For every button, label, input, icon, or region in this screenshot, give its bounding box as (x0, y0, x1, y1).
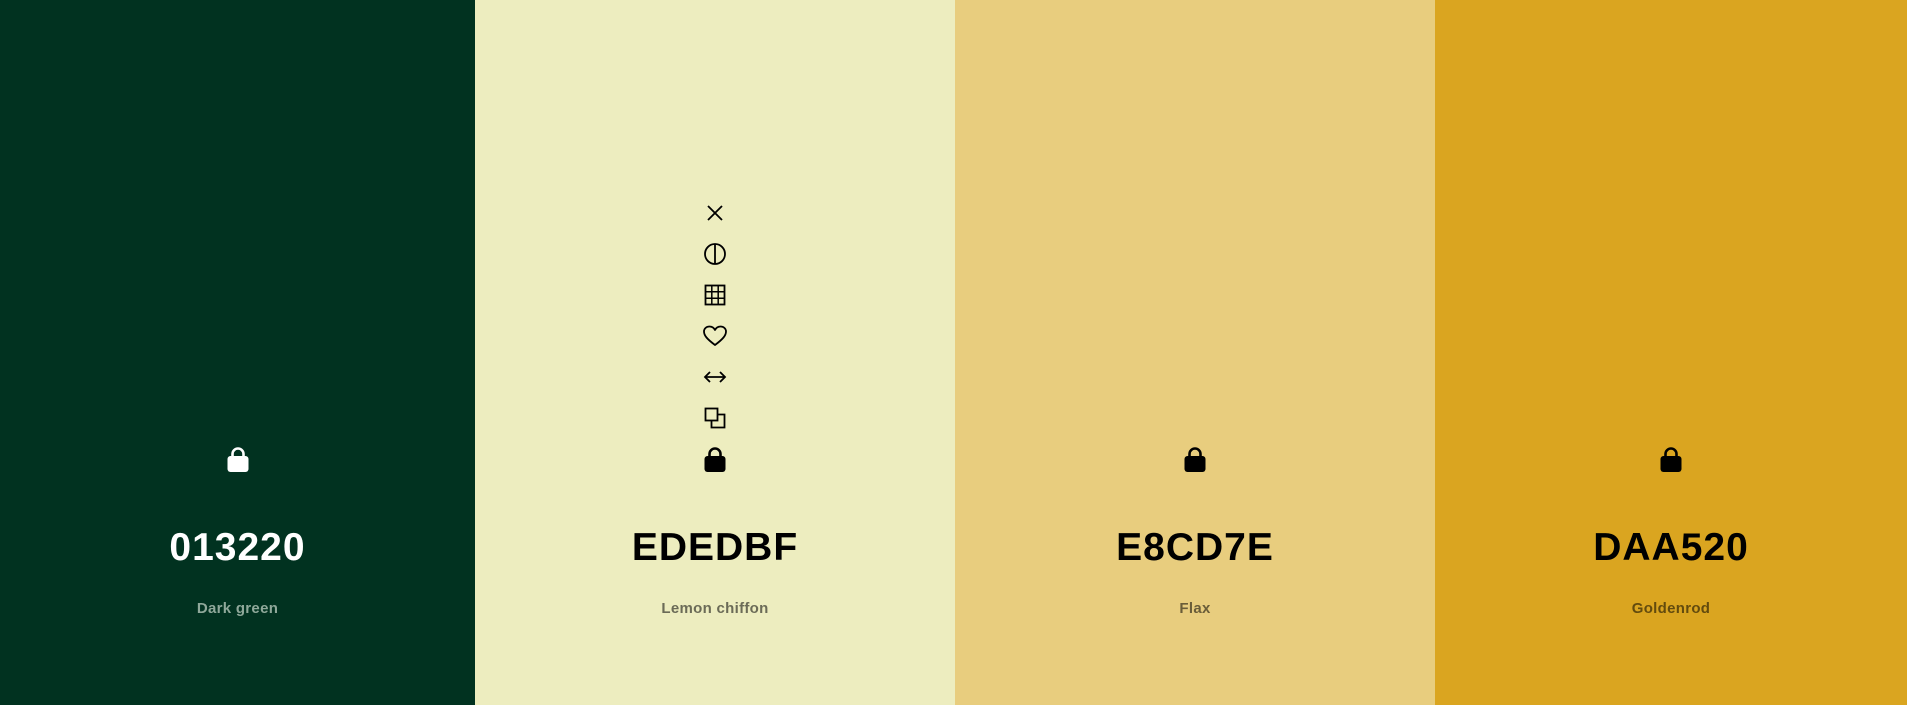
lock-icon (225, 445, 251, 478)
lock-icon (1658, 445, 1684, 478)
hex-code[interactable]: E8CD7E (955, 526, 1435, 570)
view-shades-button[interactable] (700, 239, 730, 269)
swatch-toolbar (700, 198, 730, 444)
lock-button[interactable] (1180, 446, 1210, 476)
hex-code[interactable]: EDEDBF (475, 526, 955, 570)
hex-code[interactable]: DAA520 (1435, 526, 1907, 570)
color-name: Dark green (196, 600, 279, 617)
palette-grid-button[interactable] (700, 280, 730, 310)
color-swatch-e8cd7e[interactable]: E8CD7E Flax (955, 0, 1435, 705)
grid-icon (703, 283, 727, 307)
color-swatch-daa520[interactable]: DAA520 Goldenrod (1435, 0, 1907, 705)
color-name: Flax (1179, 600, 1211, 617)
lock-icon (702, 445, 728, 478)
contrast-icon (703, 242, 727, 266)
lock-button[interactable] (1656, 446, 1686, 476)
color-swatch-013220[interactable]: 013220 Dark green (0, 0, 475, 705)
copy-hex-button[interactable] (700, 403, 730, 433)
lock-button[interactable] (700, 446, 730, 476)
copy-icon (703, 406, 727, 430)
color-name: Lemon chiffon (661, 600, 769, 617)
close-icon (704, 202, 726, 224)
hex-code[interactable]: 013220 (0, 526, 475, 570)
arrows-horizontal-icon (702, 368, 728, 386)
heart-icon (702, 324, 728, 348)
remove-color-button[interactable] (700, 198, 730, 228)
color-swatch-ededbf[interactable]: EDEDBF Lemon chiffon (475, 0, 955, 705)
favorite-color-button[interactable] (700, 321, 730, 351)
color-name: Goldenrod (1631, 600, 1711, 617)
lock-button[interactable] (223, 446, 253, 476)
drag-handle-button[interactable] (700, 362, 730, 392)
lock-icon (1182, 445, 1208, 478)
color-palette: 013220 Dark green EDEDBF Lemon chiffon E… (0, 0, 1907, 705)
